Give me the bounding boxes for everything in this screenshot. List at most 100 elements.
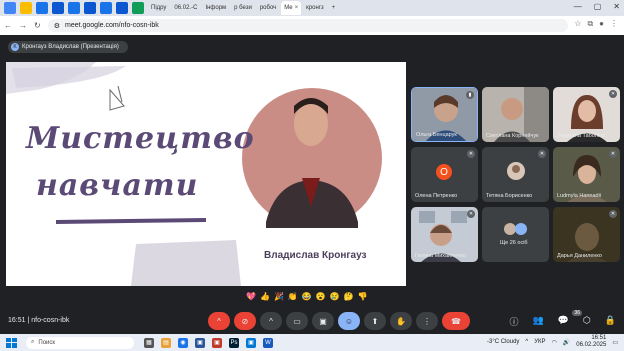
photoshop-icon[interactable]: Ps	[229, 337, 239, 348]
wifi-icon[interactable]: ◠	[552, 339, 557, 346]
present-button[interactable]: ⬆	[364, 312, 386, 330]
close-window-icon[interactable]: ✕	[613, 2, 620, 11]
info-icon[interactable]: ⓘ	[509, 315, 518, 328]
participant-tile[interactable]: ✕ Дарья Даниленко	[553, 207, 620, 262]
participant-tile[interactable]: ▮ Ольга Бенцарук	[411, 87, 478, 142]
taskbar-search-field[interactable]: ⌕ Поиск	[26, 336, 134, 349]
file-explorer-icon[interactable]: ▤	[161, 337, 171, 348]
app-icon[interactable]: ▣	[212, 337, 222, 348]
participant-name: Людмила Таболіна	[557, 133, 606, 139]
participant-name: Ludmyla Hannadii	[557, 193, 602, 199]
app-icon[interactable]: ▣	[246, 337, 256, 348]
system-tray: -3°C Cloudy ^ УКР ◠ 🔊 16:51 06.02.2025 ▭	[487, 335, 618, 349]
presenter-avatar: K	[11, 43, 19, 51]
reaction-laugh-button[interactable]: 😂	[302, 292, 312, 301]
windows-start-icon[interactable]	[6, 337, 18, 348]
meeting-time: 16:51	[8, 317, 26, 324]
meeting-code: nfo-cosn-ibk	[31, 317, 70, 324]
tab-icon[interactable]	[52, 2, 64, 14]
volume-icon[interactable]: 🔊	[563, 339, 570, 346]
reaction-thumbs-down-button[interactable]: 👎	[358, 292, 368, 301]
mic-off-button[interactable]: ⊘	[234, 312, 256, 330]
camera-options-chevron-icon[interactable]: ^	[260, 312, 282, 330]
participant-name: Олена Петренко	[415, 193, 458, 199]
browser-tab[interactable]: р бези	[231, 1, 255, 15]
participant-tile[interactable]: ✕ Галина Михайленко	[411, 207, 478, 262]
tab-icon[interactable]	[100, 2, 112, 14]
slide-title-line: Мистецтво	[26, 121, 255, 156]
reactions-button[interactable]: ☺	[338, 312, 360, 330]
host-controls-icon[interactable]: 🔒	[605, 315, 616, 328]
participant-tile[interactable]: ✕ Людмила Таболіна	[553, 87, 620, 142]
taskbar-clock[interactable]: 16:51 06.02.2025	[576, 335, 606, 349]
browser-tab[interactable]: кронгз	[303, 1, 326, 15]
more-participants-tile[interactable]: Ще 26 осіб	[482, 207, 549, 262]
tab-icon[interactable]	[4, 2, 16, 14]
reaction-party-button[interactable]: 🎉	[274, 292, 284, 301]
profile-icon[interactable]: ●	[599, 19, 604, 29]
chat-icon[interactable]: 💬	[558, 315, 569, 328]
reaction-sad-button[interactable]: 😢	[330, 292, 340, 301]
participant-tile[interactable]: ✕ Тетяна Борисенко	[482, 147, 549, 202]
captions-button[interactable]: ▣	[312, 312, 334, 330]
tab-icon[interactable]	[20, 2, 32, 14]
chrome-icon[interactable]: ◉	[178, 337, 188, 348]
participant-tile[interactable]: ✕ О Олена Петренко	[411, 147, 478, 202]
browser-tab[interactable]: Інформ	[202, 1, 229, 15]
word-icon[interactable]: W	[263, 337, 273, 348]
participant-tile[interactable]: ✕ Ludmyla Hannadii	[553, 147, 620, 202]
tab-icon[interactable]	[68, 2, 80, 14]
reaction-thumbs-up-button[interactable]: 👍	[260, 292, 270, 301]
reaction-surprised-button[interactable]: 😮	[316, 292, 326, 301]
browser-tab[interactable]: Підру	[148, 1, 169, 15]
activities-icon[interactable]: ⬡	[583, 315, 591, 328]
people-icon[interactable]: 👥	[532, 315, 543, 328]
tab-icon[interactable]	[116, 2, 128, 14]
tab-label: р бези	[234, 5, 252, 11]
forward-icon[interactable]: →	[19, 21, 27, 30]
browser-tab[interactable]: робоч	[257, 1, 279, 15]
reaction-thinking-button[interactable]: 🤔	[344, 292, 354, 301]
reaction-clap-button[interactable]: 👏	[288, 292, 298, 301]
tab-label: кронгз	[306, 5, 324, 11]
url-field[interactable]: ⚙ meet.google.com/nfo-cosn-ibk	[47, 19, 568, 32]
camera-button[interactable]: ▭	[286, 312, 308, 330]
language-indicator[interactable]: УКР	[534, 339, 545, 345]
tab-icon[interactable]	[36, 2, 48, 14]
browser-tab-strip: Підру 06.02.-С Інформ р бези робоч Мe × к…	[0, 0, 624, 16]
app-icon[interactable]: ▣	[195, 337, 205, 348]
slide-title: Мистецтво навчати	[26, 122, 255, 202]
maximize-icon[interactable]: ▢	[594, 2, 602, 11]
reaction-heart-button[interactable]: 💖	[246, 292, 256, 301]
task-view-icon[interactable]: ▦	[144, 337, 154, 348]
participant-tile[interactable]: Светлана Корнейчук	[482, 87, 549, 142]
mic-off-icon: ✕	[467, 150, 475, 158]
raise-hand-button[interactable]: ✋	[390, 312, 412, 330]
mic-options-chevron-icon[interactable]: ^	[208, 312, 230, 330]
notifications-icon[interactable]: ▭	[612, 339, 618, 346]
more-options-button[interactable]: ⋮	[416, 312, 438, 330]
participant-name: Тетяна Борисенко	[486, 193, 533, 199]
new-tab-button[interactable]: +	[329, 1, 339, 15]
bookmark-star-icon[interactable]: ☆	[574, 19, 581, 29]
site-info-icon[interactable]: ⚙	[54, 22, 60, 30]
menu-kebab-icon[interactable]: ⋮	[610, 19, 618, 29]
windows-taskbar: ⌕ Поиск ▦ ▤ ◉ ▣ ▣ Ps ▣ W -3°C Cloudy ^ У…	[0, 334, 624, 351]
browser-tab-active[interactable]: Мe ×	[281, 1, 302, 15]
mic-off-icon: ✕	[467, 210, 475, 218]
tab-label: Мe	[284, 5, 293, 11]
minimize-icon[interactable]: —	[574, 2, 582, 11]
more-participants-avatars	[482, 207, 549, 262]
leave-call-button[interactable]: ☎	[442, 312, 470, 330]
weather-text[interactable]: -3°C Cloudy	[487, 339, 519, 345]
close-tab-icon[interactable]: ×	[295, 5, 299, 11]
extensions-icon[interactable]: ⧉	[587, 19, 593, 29]
tab-icon[interactable]	[84, 2, 96, 14]
participant-name: Светлана Корнейчук	[486, 133, 539, 139]
back-icon[interactable]: ←	[4, 21, 12, 30]
browser-tab[interactable]: 06.02.-С	[171, 1, 200, 15]
call-controls: ^ ⊘ ^ ▭ ▣ ☺ ⬆ ✋ ⋮ ☎	[208, 312, 470, 330]
tray-chevron-icon[interactable]: ^	[525, 339, 528, 345]
reload-icon[interactable]: ↻	[34, 21, 41, 30]
tab-icon[interactable]	[132, 2, 144, 14]
